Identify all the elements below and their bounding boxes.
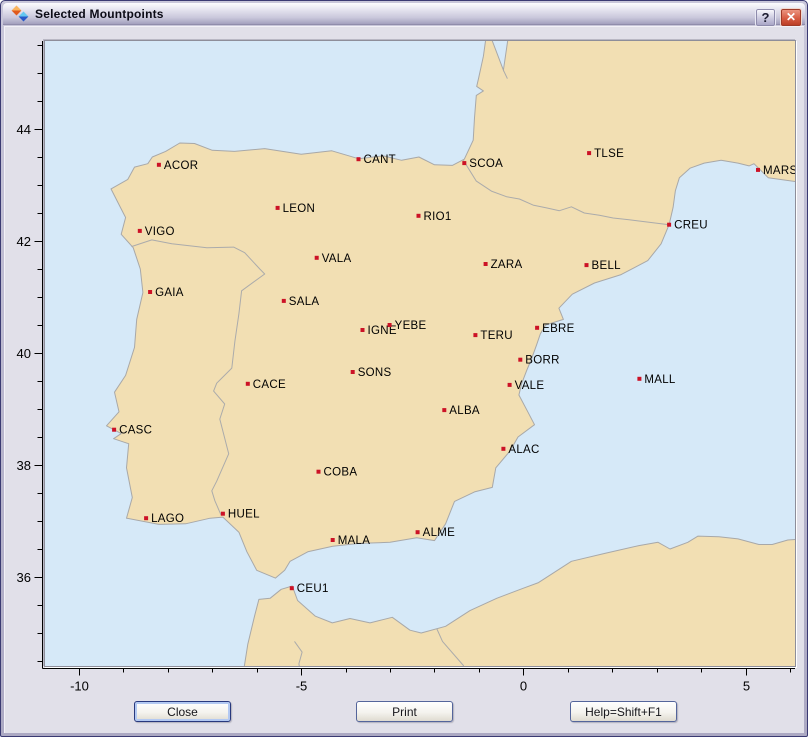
station-marker <box>756 168 760 172</box>
help-button[interactable]: Help=Shift+F1 <box>570 701 677 722</box>
station-marker <box>508 383 512 387</box>
station-label: ACOR <box>164 160 198 172</box>
station-marker <box>357 157 361 161</box>
station-marker <box>317 470 321 474</box>
station-label: VALA <box>322 253 352 265</box>
station-label: MALA <box>338 535 371 547</box>
station-marker <box>144 516 148 520</box>
station-marker <box>282 299 286 303</box>
station-marker <box>315 256 319 260</box>
station-SCOA: SCOA <box>462 158 503 170</box>
titlebar[interactable]: Selected Mountpoints ? ✕ <box>3 3 805 25</box>
station-marker <box>442 408 446 412</box>
station-label: MALL <box>644 374 676 386</box>
station-marker <box>473 333 477 337</box>
station-marker <box>112 428 116 432</box>
station-marker <box>361 328 365 332</box>
station-label: ALBA <box>449 405 480 417</box>
station-label: ZARA <box>491 259 523 271</box>
station-marker <box>667 223 671 227</box>
station-label: LEON <box>283 203 316 215</box>
station-marker <box>462 161 466 165</box>
selected-mountpoints-window: Selected Mountpoints ? ✕ ACOR CANT SCOA TLS… <box>0 0 808 737</box>
station-marker <box>518 358 522 362</box>
station-label: BORR <box>525 355 559 367</box>
station-marker <box>585 263 589 267</box>
station-CASC: CASC <box>112 425 152 437</box>
station-marker <box>351 370 355 374</box>
station-CREU: CREU <box>667 220 708 232</box>
station-label: BELL <box>592 260 622 272</box>
station-marker <box>331 538 335 542</box>
station-label: COBA <box>324 467 358 479</box>
station-label: VALE <box>515 380 545 392</box>
station-BORR: BORR <box>518 355 559 367</box>
titlebar-help-button[interactable]: ? <box>755 8 776 27</box>
station-marker <box>417 214 421 218</box>
station-marker <box>221 512 225 516</box>
map-plot-area: ACOR CANT SCOA TLSE MARS VIGO LEON RIO1 CREU GAIA… <box>44 40 796 667</box>
station-label: EBRE <box>542 323 575 335</box>
station-label: ALAC <box>508 444 539 456</box>
station-ACOR: ACOR <box>157 160 198 172</box>
station-marker <box>416 530 420 534</box>
titlebar-close-icon[interactable]: ✕ <box>780 8 802 27</box>
station-marker <box>138 229 142 233</box>
station-label: CREU <box>674 220 708 232</box>
station-LAGO: LAGO <box>144 513 184 525</box>
station-label: CACE <box>253 379 286 391</box>
station-label: IGNE <box>368 325 397 337</box>
close-button[interactable]: Close <box>134 701 231 722</box>
station-marker <box>157 163 161 167</box>
station-marker <box>290 586 294 590</box>
station-label: SCOA <box>469 158 503 170</box>
station-marker <box>501 447 505 451</box>
station-label: VIGO <box>145 226 175 238</box>
mountpoints-map: ACOR CANT SCOA TLSE MARS VIGO LEON RIO1 CREU GAIA… <box>45 41 795 666</box>
station-label: GAIA <box>155 287 184 299</box>
station-label: HUEL <box>228 509 260 521</box>
station-label: TERU <box>480 330 513 342</box>
station-marker <box>637 377 641 381</box>
window-title: Selected Mountpoints <box>35 3 164 25</box>
app-icon <box>12 7 29 22</box>
station-label: LAGO <box>151 513 184 525</box>
station-label: ALME <box>423 527 456 539</box>
station-marker <box>148 290 152 294</box>
station-SONS: SONS <box>351 367 392 379</box>
station-marker <box>535 326 539 330</box>
station-label: RIO1 <box>424 211 452 223</box>
station-label: SONS <box>358 367 392 379</box>
app-icon-diamond-blue <box>19 12 29 22</box>
station-marker <box>587 151 591 155</box>
print-button[interactable]: Print <box>356 701 453 722</box>
station-CACE: CACE <box>246 379 286 391</box>
station-COBA: COBA <box>317 467 358 479</box>
station-marker <box>484 262 488 266</box>
station-label: SALA <box>289 296 320 308</box>
station-label: YEBE <box>395 320 427 332</box>
station-label: MARS <box>763 165 795 177</box>
station-marker <box>388 323 392 327</box>
station-marker <box>276 206 280 210</box>
station-label: TLSE <box>594 148 624 160</box>
station-label: CANT <box>364 154 397 166</box>
station-label: CEU1 <box>297 583 329 595</box>
station-label: CASC <box>119 425 152 437</box>
station-marker <box>246 382 250 386</box>
